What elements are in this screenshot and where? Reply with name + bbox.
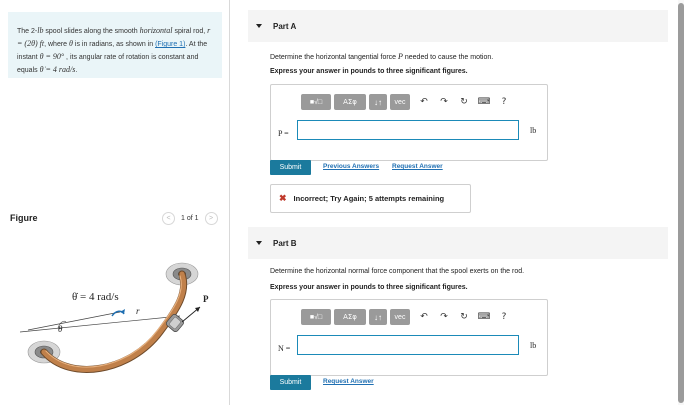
part-a-request-answer-link[interactable]: Request Answer: [392, 163, 443, 170]
previous-answers-link[interactable]: Previous Answers: [323, 163, 379, 170]
math-toolbar: ■√□ ΑΣφ ↓↑ vec ↶ ↷ ↻ ⌨ ?: [301, 94, 513, 110]
feedback-message: ✖ Incorrect; Try Again; 5 attempts remai…: [270, 184, 471, 213]
p-answer-input[interactable]: [297, 120, 519, 140]
part-a-answer-box: ■√□ ΑΣφ ↓↑ vec ↶ ↷ ↻ ⌨ ? P = lb: [270, 84, 548, 161]
part-a-question: Determine the horizontal tangential forc…: [270, 52, 493, 61]
rod-highlight: [45, 275, 182, 368]
next-figure-button[interactable]: >: [204, 212, 218, 225]
templates-button[interactable]: ■√□: [301, 309, 331, 325]
part-b-title: Part B: [273, 238, 297, 248]
figure-page-count: 1 of 1: [181, 215, 199, 222]
problem-text: spool slides along the smooth: [43, 28, 140, 35]
reset-icon[interactable]: ↻: [455, 94, 473, 110]
p-label: P: [203, 294, 209, 304]
figure-link[interactable]: (Figure 1): [155, 41, 185, 48]
part-b-answer-box: ■√□ ΑΣφ ↓↑ vec ↶ ↷ ↻ ⌨ ? N = lb: [270, 299, 548, 376]
reset-icon[interactable]: ↻: [455, 309, 473, 325]
part-b-instruction: Express your answer in pounds to three s…: [270, 284, 468, 291]
redo-icon[interactable]: ↷: [435, 309, 453, 325]
x-icon: ✖: [279, 193, 287, 203]
figure-pager: < 1 of 1 >: [162, 212, 218, 225]
question-text: needed to cause the motion.: [402, 54, 494, 61]
part-a-submit-button[interactable]: Submit: [270, 160, 311, 175]
triangle-down-icon: [256, 24, 262, 28]
redo-icon[interactable]: ↷: [435, 94, 453, 110]
problem-text: , where: [44, 41, 70, 48]
subscript-button[interactable]: ↓↑: [369, 309, 387, 325]
n-unit-label: lb: [530, 341, 537, 350]
n-variable-label: N =: [278, 344, 291, 353]
problem-text: .: [75, 67, 78, 74]
theta-label: θ: [58, 324, 63, 334]
keyboard-icon[interactable]: ⌨: [475, 309, 493, 325]
problem-statement: The 2-lb spool slides along the smooth h…: [8, 12, 222, 78]
part-a-title: Part A: [273, 21, 297, 31]
p-unit-label: lb: [530, 126, 537, 135]
question-text: Determine the horizontal tangential forc…: [270, 54, 399, 61]
problem-angle: θ = 90°: [39, 52, 65, 61]
left-panel: The 2-lb spool slides along the smooth h…: [0, 0, 230, 405]
part-b-request-answer-link[interactable]: Request Answer: [323, 378, 374, 385]
math-toolbar: ■√□ ΑΣφ ↓↑ vec ↶ ↷ ↻ ⌨ ?: [301, 309, 513, 325]
problem-text: is in radians, as shown in: [72, 41, 156, 48]
feedback-text: Incorrect; Try Again; 5 attempts remaini…: [293, 194, 445, 203]
reference-line: [19, 315, 181, 333]
undo-icon[interactable]: ↶: [415, 94, 433, 110]
radius-line: [27, 311, 121, 331]
vector-button[interactable]: vec: [390, 94, 410, 110]
spiral-rod-figure: θ̇ = 4 rad/s r θ P: [19, 262, 209, 373]
help-icon[interactable]: ?: [495, 94, 513, 110]
part-a-header[interactable]: Part A: [248, 10, 668, 42]
p-variable-label: P =: [278, 129, 289, 138]
rate-label: θ̇ = 4 rad/s: [72, 291, 119, 303]
symbols-button[interactable]: ΑΣφ: [334, 94, 366, 110]
problem-rate: θ̇ = 4 rad/s: [39, 65, 76, 74]
problem-text: The 2-: [17, 28, 38, 35]
templates-button[interactable]: ■√□: [301, 94, 331, 110]
part-a-instruction: Express your answer in pounds to three s…: [270, 68, 468, 75]
help-icon[interactable]: ?: [495, 309, 513, 325]
prev-figure-button[interactable]: <: [162, 212, 175, 225]
n-answer-input[interactable]: [297, 335, 519, 355]
part-b-submit-button[interactable]: Submit: [270, 375, 311, 390]
spiral-rod: [41, 271, 187, 372]
problem-text: spiral rod,: [172, 28, 208, 35]
subscript-button[interactable]: ↓↑: [369, 94, 387, 110]
figure-title: Figure: [10, 213, 38, 223]
undo-icon[interactable]: ↶: [415, 309, 433, 325]
part-b-header[interactable]: Part B: [248, 227, 668, 259]
triangle-down-icon: [256, 241, 262, 245]
force-arrowhead: [195, 307, 200, 312]
scrollbar-thumb[interactable]: [678, 3, 684, 403]
problem-emphasis: horizontal: [139, 26, 173, 35]
vector-button[interactable]: vec: [390, 309, 410, 325]
keyboard-icon[interactable]: ⌨: [475, 94, 493, 110]
part-b-question: Determine the horizontal normal force co…: [270, 268, 525, 275]
symbols-button[interactable]: ΑΣφ: [334, 309, 366, 325]
r-label: r: [136, 306, 140, 316]
spiral-rod-outline: [40, 270, 188, 373]
